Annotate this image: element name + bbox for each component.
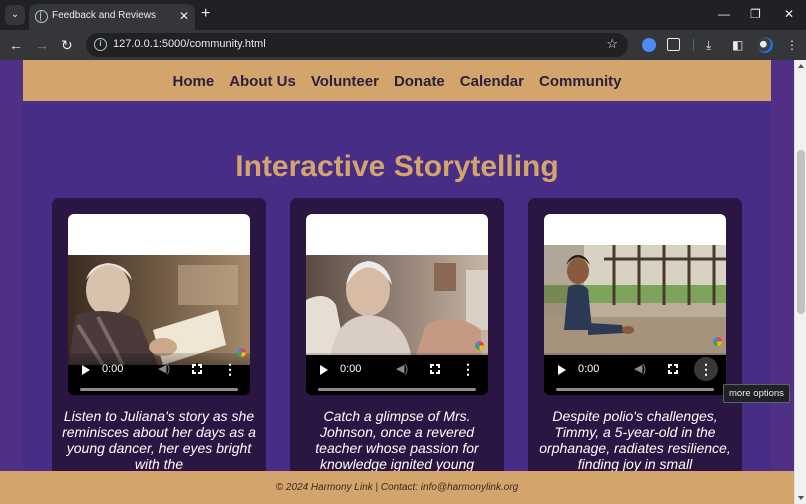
browser-tab[interactable]: Feedback and Reviews ✕ — [29, 4, 195, 30]
nav-community[interactable]: Community — [539, 73, 622, 90]
story-caption: Listen to Juliana's story as she reminis… — [62, 408, 256, 472]
more-options-icon[interactable]: ⋮ — [456, 357, 480, 381]
color-picker-icon — [237, 348, 246, 357]
volume-icon[interactable]: ◀) — [396, 363, 408, 375]
extensions-puzzle-icon[interactable] — [667, 38, 680, 51]
more-options-icon[interactable]: ⋮ — [218, 357, 242, 381]
scroll-down-arrow-icon[interactable] — [798, 496, 804, 500]
browser-toolbar: ← → ↻ i 127.0.0.1:5000/community.html ☆ … — [0, 30, 806, 60]
page-title: Interactive Storytelling — [235, 150, 559, 183]
video-player[interactable]: 0:00 ◀) ⋮ — [68, 214, 250, 395]
reload-icon[interactable]: ↻ — [61, 36, 73, 54]
site-info-icon[interactable]: i — [94, 38, 107, 51]
video-controls: 0:00 ◀) ⋮ — [68, 353, 250, 395]
forward-arrow-icon[interactable]: → — [35, 36, 49, 54]
color-picker-icon — [713, 337, 722, 346]
video-progress-bar[interactable] — [318, 388, 476, 391]
extension-icon[interactable] — [642, 38, 656, 52]
site-nav: Home About Us Volunteer Donate Calendar … — [23, 60, 771, 101]
video-progress-bar[interactable] — [80, 388, 238, 391]
more-options-icon[interactable]: ⋮ — [694, 357, 718, 381]
address-bar[interactable]: i 127.0.0.1:5000/community.html ☆ — [86, 33, 628, 57]
story-card: 0:00 ◀) ⋮ Catch a glimpse of Mrs. Johnso… — [290, 198, 504, 488]
story-caption: Despite polio's challenges, Timmy, a 5-y… — [539, 408, 731, 472]
video-time: 0:00 — [102, 363, 124, 375]
play-icon[interactable] — [320, 365, 328, 375]
chrome-menu-icon[interactable]: ⋮ — [786, 37, 798, 53]
nav-calendar[interactable]: Calendar — [460, 73, 524, 90]
color-picker-icon — [475, 341, 484, 350]
page-viewport: Home About Us Volunteer Donate Calendar … — [0, 60, 794, 504]
download-icon[interactable]: ⤓ — [706, 37, 711, 53]
video-progress-bar[interactable] — [556, 388, 714, 391]
more-options-tooltip: more options — [723, 384, 790, 403]
fullscreen-icon[interactable] — [667, 363, 679, 375]
bookmark-star-icon[interactable]: ☆ — [606, 36, 618, 52]
volume-icon[interactable]: ◀) — [158, 363, 170, 375]
nav-volunteer[interactable]: Volunteer — [311, 73, 379, 90]
restore-button[interactable]: ❐ — [750, 6, 761, 22]
nav-donate[interactable]: Donate — [394, 73, 445, 90]
fullscreen-icon[interactable] — [429, 363, 441, 375]
video-poster — [544, 245, 726, 355]
url-text: 127.0.0.1:5000/community.html — [113, 38, 266, 50]
video-time: 0:00 — [578, 363, 600, 375]
story-card: 0:00 ◀) ⋮ Despite polio's challenges, Ti… — [528, 198, 742, 488]
video-player[interactable]: 0:00 ◀) ⋮ — [544, 214, 726, 395]
minimize-button[interactable]: — — [718, 6, 730, 22]
video-blank-area — [544, 214, 726, 245]
story-card: 0:00 ◀) ⋮ Listen to Juliana's story as s… — [52, 198, 266, 488]
nav-home[interactable]: Home — [173, 73, 215, 90]
video-blank-area — [68, 214, 250, 255]
profile-avatar[interactable] — [757, 37, 773, 53]
video-player[interactable]: 0:00 ◀) ⋮ — [306, 214, 488, 395]
window-close-button[interactable]: ✕ — [784, 6, 794, 22]
side-panel-icon[interactable]: ◧ — [732, 37, 743, 53]
globe-icon — [35, 10, 48, 23]
scroll-thumb[interactable] — [797, 150, 805, 314]
page-scrollbar[interactable] — [794, 60, 806, 504]
back-arrow-icon[interactable]: ← — [9, 36, 23, 54]
video-poster — [68, 255, 250, 365]
volume-icon[interactable]: ◀) — [634, 363, 646, 375]
play-icon[interactable] — [82, 365, 90, 375]
new-tab-button[interactable]: + — [201, 5, 210, 23]
video-controls: 0:00 ◀) ⋮ — [306, 353, 488, 395]
tab-close-icon[interactable]: ✕ — [179, 8, 189, 24]
scroll-up-arrow-icon[interactable] — [798, 64, 804, 68]
tab-strip: ⌄ Feedback and Reviews ✕ + — ❐ ✕ — [0, 0, 806, 30]
fullscreen-icon[interactable] — [191, 363, 203, 375]
video-time: 0:00 — [340, 363, 362, 375]
video-blank-area — [306, 214, 488, 255]
play-icon[interactable] — [558, 365, 566, 375]
video-poster — [306, 255, 488, 355]
tab-search-button[interactable]: ⌄ — [5, 5, 25, 25]
nav-about-us[interactable]: About Us — [229, 73, 296, 90]
tab-title: Feedback and Reviews — [52, 10, 156, 21]
story-caption: Catch a glimpse of Mrs. Johnson, once a … — [315, 408, 479, 472]
video-controls: 0:00 ◀) ⋮ — [544, 353, 726, 395]
toolbar-divider — [693, 39, 694, 51]
site-footer: © 2024 Harmony Link | Contact: info@harm… — [0, 471, 794, 504]
